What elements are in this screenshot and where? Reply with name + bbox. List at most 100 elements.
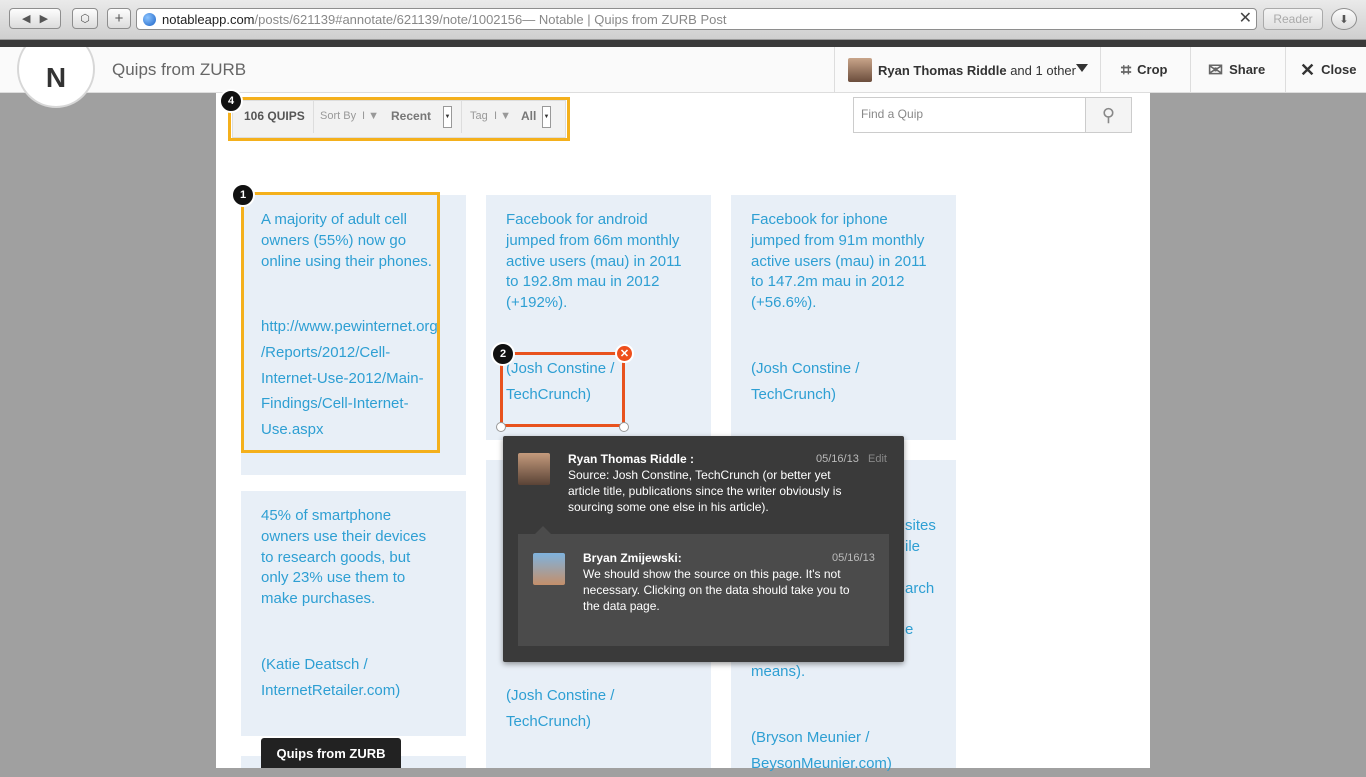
- quip-line: active users (mau) in 2011: [751, 252, 927, 270]
- quip-fragment: sites: [905, 517, 936, 534]
- annotation-badge[interactable]: 4: [219, 89, 243, 113]
- resize-handle[interactable]: [496, 422, 506, 432]
- back-icon[interactable]: ◀: [22, 12, 30, 25]
- annotation-selection[interactable]: [500, 352, 625, 427]
- close-button[interactable]: ✕ Close: [1300, 61, 1357, 79]
- quips-tab[interactable]: Quips from ZURB: [261, 738, 401, 768]
- source-line: (Josh Constine /: [506, 687, 615, 704]
- source-line: BeysonMeunier.com): [751, 754, 892, 772]
- divider: [1190, 47, 1191, 93]
- edit-link[interactable]: Edit: [868, 453, 887, 465]
- quip-fragment: arch: [905, 580, 935, 597]
- quip-fragment: e: [905, 621, 914, 638]
- resize-handle[interactable]: [619, 422, 629, 432]
- quip-text: Facebook for iphone jumped from 91m mont…: [751, 210, 927, 314]
- reply-notch: [535, 526, 551, 534]
- url-title: — Notable | Quips from ZURB Post: [522, 11, 727, 27]
- quip-line: owners (55%) now go: [261, 231, 407, 249]
- comment-author: Bryan Zmijewski:: [583, 551, 682, 565]
- annotation-badge[interactable]: 2: [491, 342, 515, 366]
- comment-line: We should show the source on this page. …: [583, 567, 841, 581]
- quip-count: 106 QUIPS: [244, 109, 305, 123]
- avatar: [533, 553, 565, 585]
- quip-line: jumped from 66m monthly: [506, 231, 680, 249]
- quip-source[interactable]: (Bryson Meunier / BeysonMeunier.com): [751, 725, 892, 777]
- comment-line: necessary. Clicking on the data should t…: [583, 583, 850, 597]
- pocket-icon[interactable]: ⬡: [72, 8, 98, 29]
- link-line: /Reports/2012/Cell-: [261, 343, 391, 361]
- source-line: TechCrunch): [506, 712, 592, 730]
- annotation-badge[interactable]: 1: [231, 183, 255, 207]
- link-line: Findings/Cell-Internet-: [261, 395, 409, 413]
- quip-fragment: ile: [905, 538, 921, 555]
- quip-line: jumped from 91m monthly: [751, 231, 925, 249]
- search-placeholder: Find a Quip: [861, 107, 924, 121]
- quip-line: make purchases.: [261, 590, 376, 608]
- source-line: TechCrunch): [751, 385, 837, 403]
- quip-line: Facebook for android: [506, 211, 648, 228]
- avatar: [848, 58, 872, 82]
- tag-dropdown[interactable]: ▼: [542, 106, 551, 128]
- collaborators[interactable]: Ryan Thomas Riddle and 1 other: [878, 63, 1076, 78]
- reader-button[interactable]: Reader: [1263, 8, 1323, 30]
- search-button[interactable]: ⚲: [1085, 98, 1131, 132]
- collaborator-rest: and 1 other: [1010, 63, 1076, 78]
- crop-icon: ⌗: [1121, 59, 1132, 80]
- divider: [1100, 47, 1101, 93]
- quip-line: online using their phones.: [261, 252, 432, 270]
- comment-author: Ryan Thomas Riddle :: [568, 452, 695, 466]
- delete-annotation-icon[interactable]: ✕: [615, 344, 634, 363]
- clear-url-icon[interactable]: ✕: [1239, 9, 1252, 29]
- quip-text: 45% of smartphone owners use their devic…: [261, 506, 426, 610]
- address-bar[interactable]: notableapp.com/posts/621139#annotate/621…: [136, 8, 1257, 30]
- globe-icon: [143, 12, 156, 26]
- sortby-caret-icon: I ▼: [362, 110, 379, 122]
- sortby-dropdown[interactable]: ▼: [443, 106, 452, 128]
- crop-button[interactable]: ⌗ Crop: [1121, 59, 1167, 80]
- share-label: Share: [1229, 62, 1266, 77]
- quip-link[interactable]: http://www.pewinternet.org /Reports/2012…: [261, 314, 438, 443]
- comment-line: article title, publications since the wr…: [568, 484, 842, 498]
- chevron-down-icon[interactable]: [1076, 64, 1088, 72]
- source-line: (Bryson Meunier /: [751, 729, 870, 746]
- collaborator-name: Ryan Thomas Riddle: [878, 63, 1007, 78]
- tag-caret-icon: I ▼: [494, 110, 511, 122]
- quip-line: only 23% use them to: [261, 569, 406, 587]
- share-button[interactable]: ✉ Share: [1208, 59, 1266, 80]
- comment-line: sourcing some one else in his article).: [568, 500, 769, 514]
- comment-date: 05/16/13: [832, 552, 875, 564]
- quip-line: to 192.8m mau in 2012: [506, 273, 660, 291]
- close-label: Close: [1321, 62, 1357, 77]
- quip-line: owners use their devices: [261, 527, 427, 545]
- source-line: InternetRetailer.com): [261, 681, 401, 699]
- new-tab-icon[interactable]: +: [107, 8, 131, 29]
- divider: [461, 101, 462, 133]
- link-line: Internet-Use-2012/Main-: [261, 369, 424, 387]
- sortby-label: Sort By: [320, 110, 357, 122]
- back-forward-buttons[interactable]: ◀ ▶: [9, 8, 61, 29]
- source-line: (Josh Constine /: [751, 360, 860, 377]
- source-line: (Katie Deatsch /: [261, 656, 368, 673]
- sortby-value[interactable]: Recent: [391, 109, 431, 123]
- url-path: /posts/621139#annotate/621139/note/10021…: [254, 11, 523, 27]
- link-line: http://www.pewinternet.org: [261, 318, 438, 335]
- quip-line: (+192%).: [506, 294, 568, 312]
- comment-date: 05/16/13: [816, 453, 859, 465]
- comment-text: Source: Josh Constine, TechCrunch (or be…: [568, 467, 841, 515]
- divider: [1285, 47, 1286, 93]
- quip-source[interactable]: (Josh Constine / TechCrunch): [751, 356, 859, 408]
- avatar: [518, 453, 550, 485]
- divider: [313, 101, 314, 133]
- tag-value[interactable]: All: [521, 109, 536, 123]
- tag-label: Tag: [470, 110, 488, 122]
- quip-line: active users (mau) in 2011: [506, 252, 682, 270]
- quip-line: means).: [751, 663, 806, 680]
- forward-icon[interactable]: ▶: [40, 12, 48, 25]
- divider: [834, 47, 835, 93]
- mail-icon: ✉: [1208, 59, 1224, 80]
- download-icon[interactable]: ⬇: [1331, 8, 1357, 30]
- quip-source[interactable]: (Josh Constine / TechCrunch): [506, 683, 614, 735]
- quip-line: Facebook for iphone: [751, 211, 888, 228]
- quip-source[interactable]: (Katie Deatsch / InternetRetailer.com): [261, 652, 400, 704]
- comment-text: We should show the source on this page. …: [583, 566, 850, 614]
